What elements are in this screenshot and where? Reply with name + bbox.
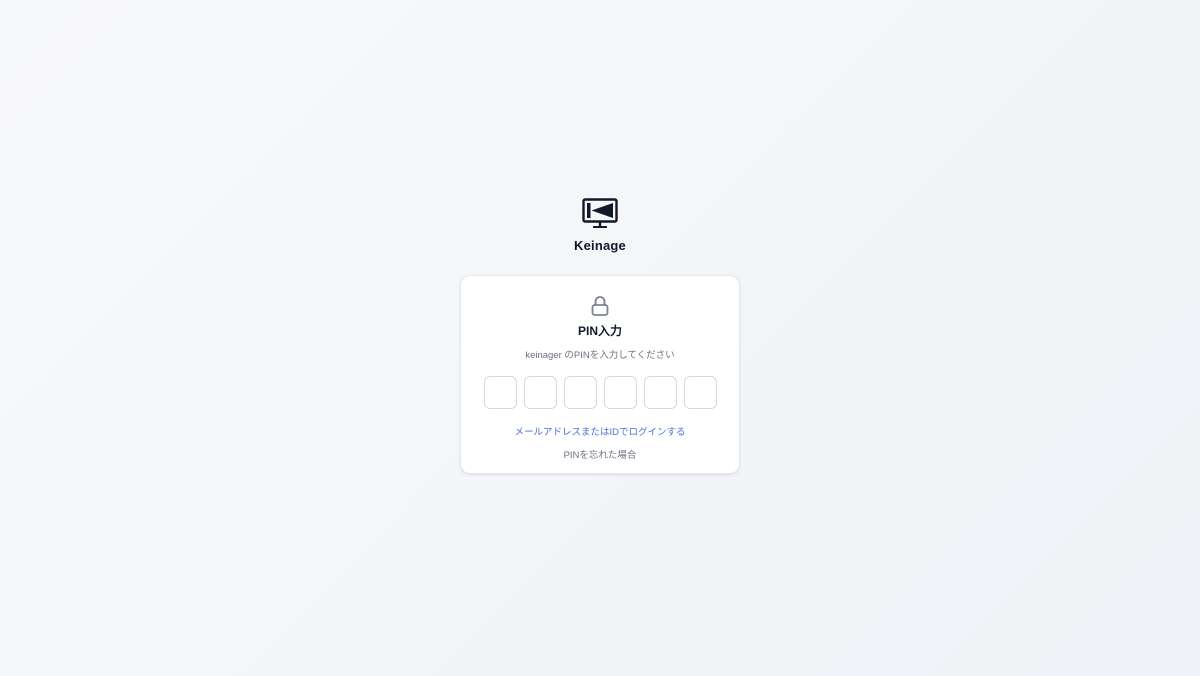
brand-header: Keinage xyxy=(0,198,1200,253)
pin-subtitle: keinager のPINを入力してください xyxy=(525,350,675,361)
pin-digit-5[interactable] xyxy=(643,376,677,409)
pin-digit-2[interactable] xyxy=(523,376,557,409)
pin-digit-4[interactable] xyxy=(603,376,637,409)
email-id-login-link[interactable]: メールアドレスまたはIDでログインする xyxy=(461,424,739,438)
lock-icon xyxy=(591,296,609,316)
pin-digit-3[interactable] xyxy=(563,376,597,409)
brand-name: Keinage xyxy=(574,238,626,253)
pin-input-group xyxy=(461,376,739,409)
monitor-logo-icon xyxy=(582,198,618,228)
pin-digit-6[interactable] xyxy=(683,376,717,409)
forgot-pin-link[interactable]: PINを忘れた場合 xyxy=(461,447,739,461)
pin-card: PIN入力 keinager のPINを入力してください メールアドレスまたはI… xyxy=(460,275,740,474)
pin-title: PIN入力 xyxy=(577,324,622,338)
pin-digit-1[interactable] xyxy=(483,376,517,409)
